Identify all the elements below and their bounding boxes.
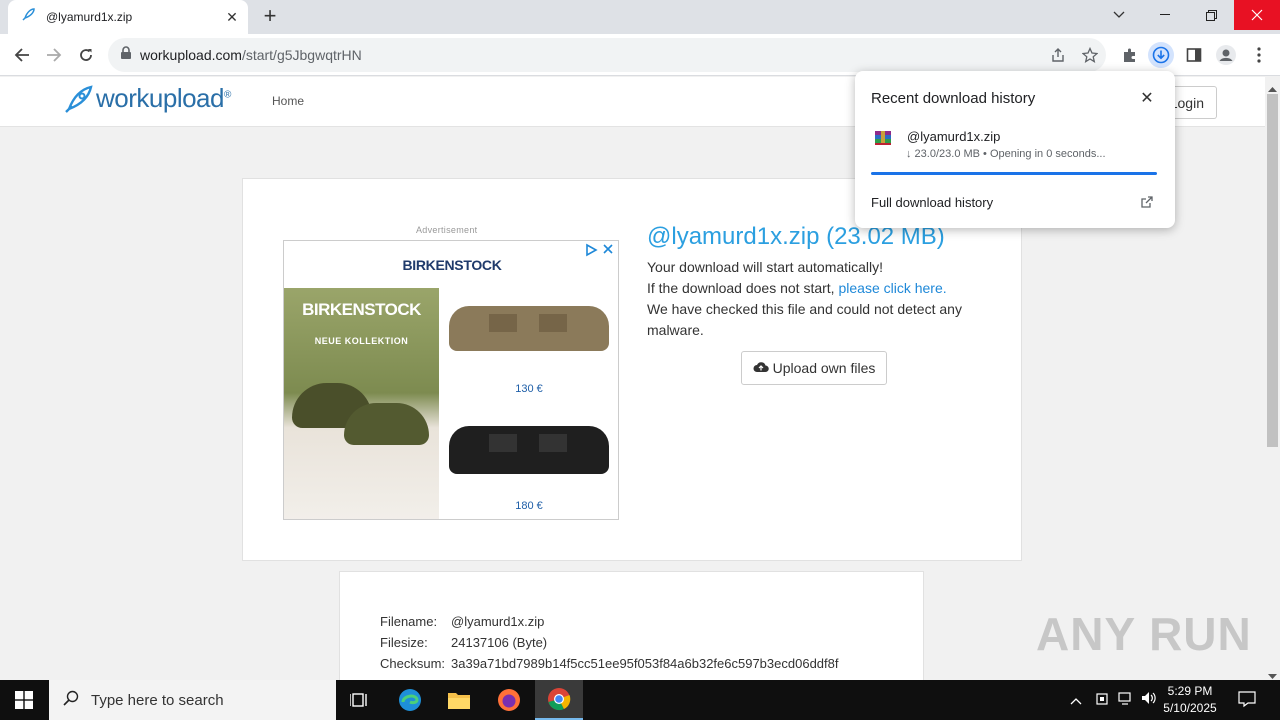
taskbar-search-box[interactable]: Type here to search (49, 680, 336, 720)
cloud-upload-icon (753, 360, 769, 376)
download-progress-bar (871, 172, 1157, 175)
filesize-label: Filesize: (380, 635, 428, 650)
rocket-favicon-icon (20, 7, 36, 28)
forward-arrow-icon[interactable] (41, 42, 67, 68)
network-icon[interactable] (1118, 691, 1136, 709)
restore-button[interactable] (1188, 0, 1234, 30)
ad-tagline: NEUE KOLLEKTION (314, 336, 409, 346)
firefox-icon[interactable] (485, 680, 533, 720)
downloads-icon[interactable] (1148, 42, 1174, 68)
checksum-label: Checksum: (380, 656, 446, 671)
side-panel-icon[interactable] (1181, 42, 1207, 68)
upload-own-files-button[interactable]: Upload own files (741, 351, 887, 385)
workupload-logo-icon[interactable] (62, 84, 94, 121)
menu-kebab-icon[interactable] (1246, 42, 1272, 68)
ad-sandal-black (449, 426, 609, 474)
adchoices-icon[interactable] (584, 243, 618, 257)
minimize-button[interactable] (1142, 0, 1188, 30)
advertisement-banner[interactable]: BIRKENSTOCK BIRKENSTOCK NEUE KOLLEKTION … (283, 240, 619, 520)
site-logo-text[interactable]: workupload® (96, 83, 231, 114)
tray-chevron-up-icon[interactable] (1070, 692, 1086, 708)
bookmark-star-icon[interactable] (1077, 42, 1103, 68)
scroll-down-arrow-icon[interactable] (1268, 667, 1277, 679)
clock-date: 5/10/2025 (1163, 701, 1217, 715)
tab-close-icon[interactable]: ✕ (220, 5, 244, 29)
taskbar-clock[interactable]: 5:29 PM 5/10/2025 (1160, 683, 1220, 717)
manual-download-text: If the download does not start, please c… (647, 280, 947, 296)
reload-icon[interactable] (73, 42, 99, 68)
filename-value: @lyamurd1x.zip (451, 614, 545, 629)
checksum-row: Checksum: 3a39a71bd7989b14f5cc51ee95f053f… (380, 656, 838, 671)
clock-time: 5:29 PM (1167, 684, 1213, 698)
task-view-icon[interactable] (336, 680, 384, 720)
archive-file-icon (874, 129, 892, 147)
tab-search-icon[interactable] (1096, 0, 1142, 30)
close-bubble-icon[interactable]: ✕ (1136, 88, 1158, 110)
full-download-history-link[interactable]: Full download history (871, 195, 993, 210)
extensions-puzzle-icon[interactable] (1117, 42, 1143, 68)
anyrun-watermark: ANY RUN (1036, 608, 1252, 660)
upload-button-label: Upload own files (772, 360, 876, 376)
auto-start-text: Your download will start automatically! (647, 259, 884, 275)
windows-start-icon[interactable] (0, 680, 48, 720)
click-here-link[interactable]: please click here. (838, 280, 946, 296)
ad-photo: BIRKENSTOCK NEUE KOLLEKTION (284, 288, 439, 519)
ad-shoe-2 (344, 403, 429, 445)
file-details-panel (339, 571, 924, 691)
ad-price-1: 130 € (515, 383, 543, 395)
malware-check-text-2: malware. (647, 322, 704, 338)
lock-icon[interactable] (120, 45, 132, 65)
filename-row: Filename: @lyamurd1x.zip (380, 614, 544, 629)
browser-tab[interactable]: @lyamurd1x.zip ✕ (8, 0, 248, 34)
notifications-icon[interactable] (1238, 690, 1258, 710)
ad-sandal-taupe (449, 306, 609, 351)
advertisement-label: Advertisement (416, 225, 478, 235)
profile-avatar-icon[interactable] (1213, 42, 1239, 68)
search-icon (63, 690, 79, 710)
scroll-up-arrow-icon[interactable] (1268, 80, 1277, 92)
file-explorer-icon[interactable] (435, 680, 483, 720)
share-icon[interactable] (1045, 42, 1071, 68)
url-text[interactable]: workupload.com/start/g5JbgwqtrHN (140, 47, 362, 63)
browser-toolbar: workupload.com/start/g5JbgwqtrHN (0, 34, 1280, 76)
chrome-icon[interactable] (535, 680, 583, 720)
download-status: ↓ 23.0/23.0 MB • Opening in 0 seconds... (906, 148, 1106, 160)
open-external-icon[interactable] (1140, 195, 1154, 209)
tab-title: @lyamurd1x.zip (46, 10, 133, 24)
ad-brand-overlay: BIRKENSTOCK (302, 300, 421, 319)
download-file-name[interactable]: @lyamurd1x.zip (907, 129, 1000, 144)
search-placeholder: Type here to search (91, 691, 224, 709)
scrollbar-thumb[interactable] (1267, 94, 1278, 447)
back-arrow-icon[interactable] (9, 42, 35, 68)
edge-browser-icon[interactable] (386, 680, 434, 720)
volume-icon[interactable] (1141, 691, 1159, 709)
address-bar[interactable]: workupload.com/start/g5JbgwqtrHN (108, 38, 1106, 72)
ad-price-2: 180 € (515, 500, 543, 512)
nav-home-link[interactable]: Home (272, 94, 304, 108)
filesize-value: 24137106 (Byte) (451, 635, 548, 650)
filename-label: Filename: (380, 614, 438, 629)
close-window-button[interactable] (1234, 0, 1280, 30)
new-tab-button[interactable]: + (258, 5, 282, 28)
filesize-row: Filesize: 24137106 (Byte) (380, 635, 547, 650)
tray-device-icon[interactable] (1095, 691, 1111, 709)
download-bubble-title: Recent download history (871, 90, 1036, 107)
ad-brand-header: BIRKENSTOCK (402, 257, 502, 273)
checksum-value: 3a39a71bd7989b14f5cc51ee95f053f84a6b32fe… (451, 656, 839, 671)
malware-check-text: We have checked this file and could not … (647, 301, 962, 317)
